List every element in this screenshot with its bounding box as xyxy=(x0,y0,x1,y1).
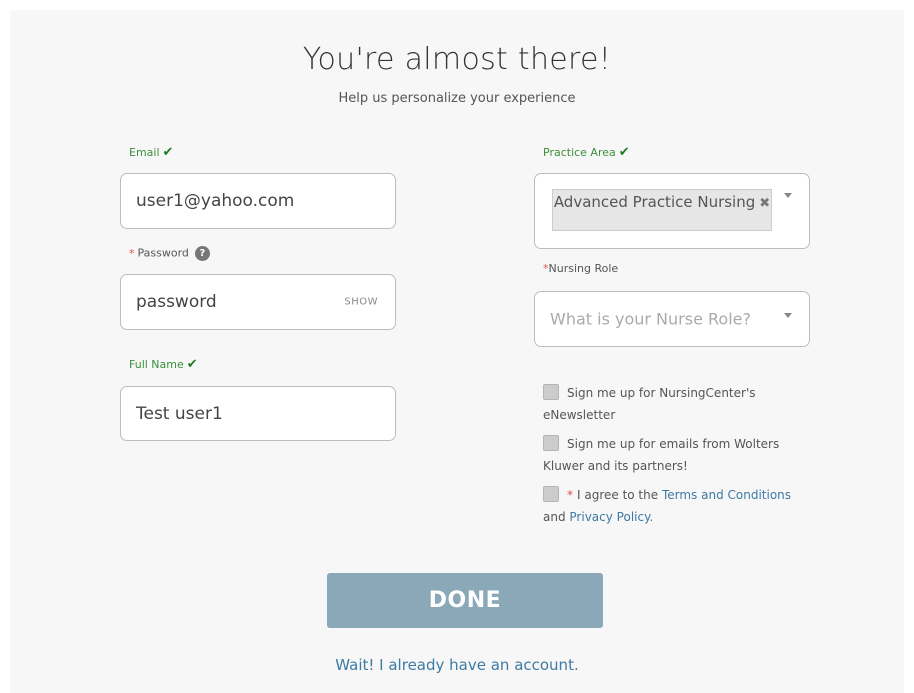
checkmark-icon: ✔ xyxy=(186,357,198,372)
terms-and: and xyxy=(543,510,566,524)
close-icon[interactable]: ✖ xyxy=(759,196,770,211)
required-asterisk: * xyxy=(129,246,135,260)
caret-down-icon[interactable] xyxy=(784,313,792,318)
email-value: user1@yahoo.com xyxy=(136,191,295,211)
partner-emails-label: Sign me up for emails from Wolters Kluwe… xyxy=(543,437,780,473)
password-label: * Password? xyxy=(129,246,210,261)
full-name-field[interactable]: Test user1 xyxy=(120,386,396,441)
partner-emails-checkbox[interactable] xyxy=(543,435,559,451)
existing-account-link[interactable]: Wait! I already have an account. xyxy=(0,656,914,674)
done-button[interactable]: DONE xyxy=(327,573,603,628)
help-icon[interactable]: ? xyxy=(194,246,210,261)
practice-area-tag-text: Advanced Practice Nursing xyxy=(553,193,756,211)
newsletter-option: Sign me up for NursingCenter's eNewslett… xyxy=(543,382,793,426)
practice-area-select[interactable]: Advanced Practice Nursing ✖ xyxy=(534,173,810,249)
terms-checkbox[interactable] xyxy=(543,486,559,502)
terms-link[interactable]: Terms and Conditions xyxy=(662,488,791,502)
password-label-text: Password xyxy=(137,246,189,260)
nursing-role-label-text: Nursing Role xyxy=(548,262,619,275)
full-name-label: Full Name ✔ xyxy=(129,357,198,372)
terms-prefix: I agree to the xyxy=(577,488,659,502)
privacy-link[interactable]: Privacy Policy. xyxy=(569,510,653,524)
nursing-role-select[interactable]: What is your Nurse Role? xyxy=(534,291,810,347)
page-title: You're almost there! xyxy=(302,42,612,77)
checkmark-icon: ✔ xyxy=(618,145,630,160)
show-password-button[interactable]: SHOW xyxy=(344,297,378,308)
nursing-role-label: *Nursing Role xyxy=(543,262,618,275)
partner-emails-option: Sign me up for emails from Wolters Kluwe… xyxy=(543,433,793,477)
password-value: password xyxy=(136,292,217,312)
newsletter-checkbox[interactable] xyxy=(543,384,559,400)
practice-area-label: Practice Area ✔ xyxy=(543,145,630,160)
newsletter-label: Sign me up for NursingCenter's eNewslett… xyxy=(543,386,756,422)
terms-option: * I agree to the Terms and Conditions and… xyxy=(543,484,793,528)
full-name-label-text: Full Name xyxy=(129,358,184,371)
password-field[interactable]: password SHOW xyxy=(120,274,396,330)
practice-area-label-text: Practice Area xyxy=(543,146,616,159)
checkmark-icon: ✔ xyxy=(162,145,174,160)
full-name-value: Test user1 xyxy=(136,403,223,424)
required-asterisk: * xyxy=(567,488,573,502)
nursing-role-placeholder: What is your Nurse Role? xyxy=(550,309,751,329)
page-subtitle: Help us personalize your experience xyxy=(338,91,576,106)
email-label: Email ✔ xyxy=(129,145,173,160)
caret-down-icon[interactable] xyxy=(784,193,792,198)
email-field[interactable]: user1@yahoo.com xyxy=(120,173,396,229)
email-label-text: Email xyxy=(129,146,160,159)
practice-area-tag: Advanced Practice Nursing ✖ xyxy=(552,189,772,231)
